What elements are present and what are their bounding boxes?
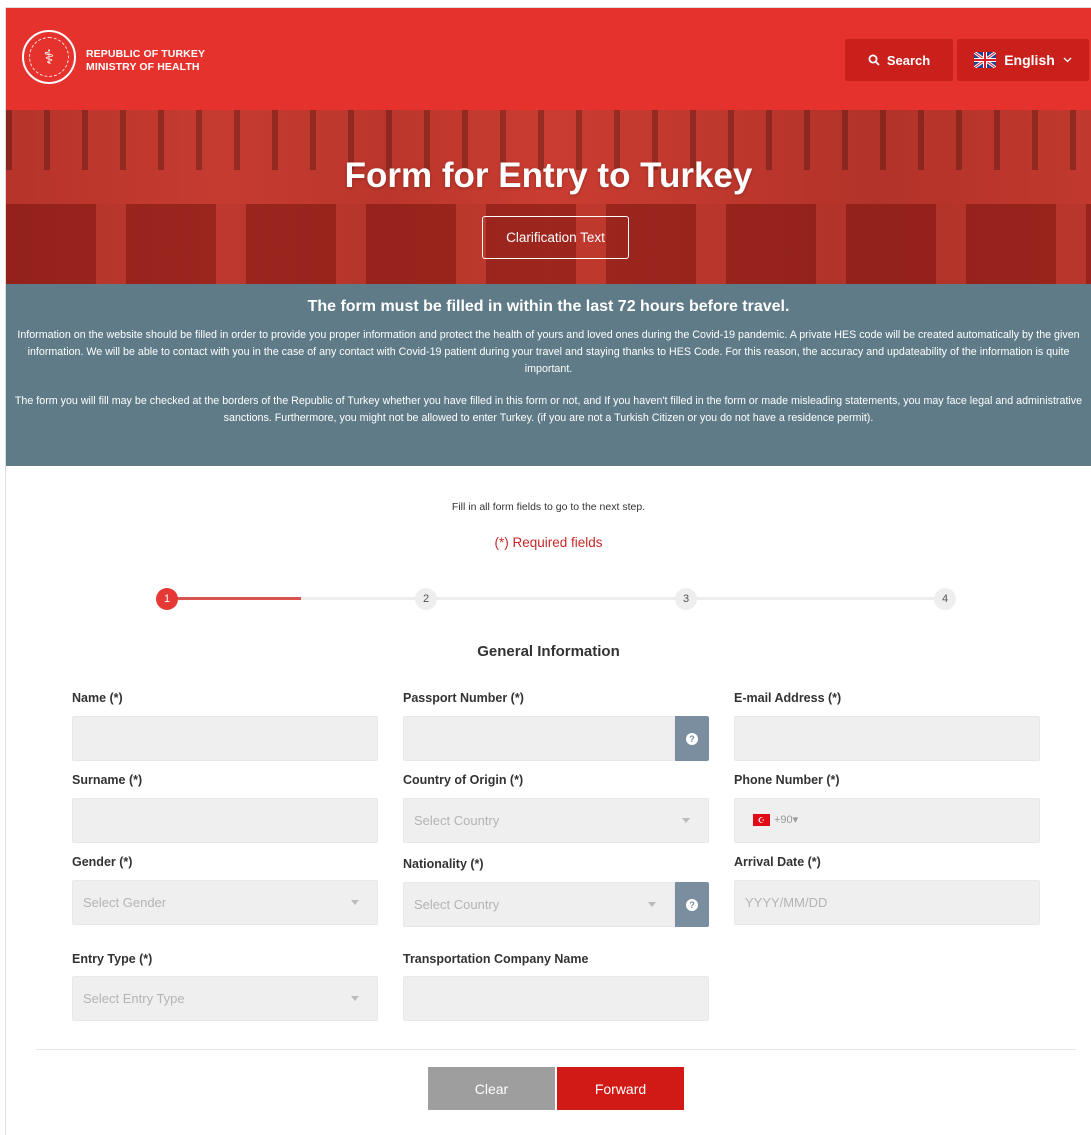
passport-label: Passport Number (*): [403, 691, 524, 705]
step-1[interactable]: 1: [156, 588, 178, 610]
section-title: General Information: [477, 643, 620, 660]
nationality-label: Nationality (*): [403, 857, 484, 871]
nationality-select[interactable]: Select Country: [403, 882, 675, 927]
phone-input[interactable]: ☪ +90▾: [734, 798, 1040, 843]
entry-type-select[interactable]: Select Entry Type: [72, 976, 378, 1021]
form-stepper: 1 2 3 4: [156, 588, 956, 610]
phone-label: Phone Number (*): [734, 773, 840, 787]
ministry-logo-text[interactable]: REPUBLIC OF TURKEY MINISTRY OF HEALTH: [86, 48, 205, 74]
search-button-label: Search: [886, 52, 931, 68]
step-2[interactable]: 2: [415, 588, 437, 610]
search-button[interactable]: Search: [845, 39, 953, 81]
info-heading: The form must be filled in within the la…: [307, 298, 790, 315]
transport-company-input[interactable]: [403, 976, 709, 1021]
question-icon: ?: [686, 898, 698, 911]
ministry-emblem-icon[interactable]: ⚕: [22, 30, 76, 84]
turkey-flag-icon[interactable]: ☪: [753, 814, 770, 826]
caduceus-icon: ⚕: [29, 37, 69, 77]
nationality-help-button[interactable]: ?: [675, 882, 709, 927]
passport-help-button[interactable]: ?: [675, 716, 709, 761]
uk-flag-icon: [974, 52, 997, 68]
passport-input[interactable]: [403, 716, 675, 761]
caret-down-icon: [648, 902, 656, 907]
caret-down-icon: [351, 900, 359, 905]
caret-down-icon: [351, 996, 359, 1001]
info-paragraph-2: The form you will fill may be checked at…: [14, 395, 1083, 424]
form-divider: [36, 1049, 1076, 1050]
step-3[interactable]: 3: [675, 588, 697, 610]
form-instruction: Fill in all form fields to go to the nex…: [451, 501, 646, 513]
country-origin-select[interactable]: Select Country: [403, 798, 709, 843]
dial-code-select[interactable]: +90▾: [774, 813, 798, 826]
arrival-date-placeholder: YYYY/MM/DD: [745, 895, 828, 910]
stepper-progress: [166, 597, 301, 600]
top-header: ⚕ REPUBLIC OF TURKEY MINISTRY OF HEALTH …: [6, 8, 1091, 110]
info-paragraph-1: Information on the website should be fil…: [17, 329, 1080, 375]
language-select[interactable]: English: [957, 39, 1089, 81]
gender-placeholder: Select Gender: [83, 895, 167, 910]
caret-down-icon: [682, 818, 690, 823]
dial-code: +90: [774, 814, 793, 826]
search-icon: [868, 54, 880, 66]
page: ⚕ REPUBLIC OF TURKEY MINISTRY OF HEALTH …: [5, 7, 1091, 1135]
entry-type-label: Entry Type (*): [72, 952, 153, 966]
step-4[interactable]: 4: [934, 588, 956, 610]
name-label: Name (*): [72, 691, 123, 705]
nationality-placeholder: Select Country: [414, 897, 500, 912]
gender-select[interactable]: Select Gender: [72, 880, 378, 925]
question-icon: ?: [686, 732, 698, 745]
gender-label: Gender (*): [72, 855, 133, 869]
clarification-text-button[interactable]: Clarification Text: [482, 216, 629, 259]
logo-line-2: MINISTRY OF HEALTH: [86, 61, 200, 73]
country-origin-placeholder: Select Country: [414, 813, 500, 828]
surname-label: Surname (*): [72, 773, 143, 787]
clear-button[interactable]: Clear: [428, 1067, 555, 1110]
page-title: Form for Entry to Turkey: [344, 156, 753, 195]
email-input[interactable]: [734, 716, 1040, 761]
arrival-date-label: Arrival Date (*): [734, 855, 821, 869]
forward-button[interactable]: Forward: [557, 1067, 684, 1110]
required-fields-note: (*) Required fields: [494, 535, 603, 550]
entry-type-placeholder: Select Entry Type: [83, 991, 185, 1006]
transport-company-label: Transportation Company Name: [403, 952, 589, 966]
email-label: E-mail Address (*): [734, 691, 842, 705]
name-input[interactable]: [72, 716, 378, 761]
surname-input[interactable]: [72, 798, 378, 843]
info-band: The form must be filled in within the la…: [6, 284, 1091, 466]
language-label: English: [1004, 52, 1055, 68]
country-origin-label: Country of Origin (*): [403, 773, 524, 787]
arrival-date-input[interactable]: YYYY/MM/DD: [734, 880, 1040, 925]
logo-line-1: REPUBLIC OF TURKEY: [86, 48, 206, 60]
chevron-down-icon: [1063, 57, 1072, 63]
